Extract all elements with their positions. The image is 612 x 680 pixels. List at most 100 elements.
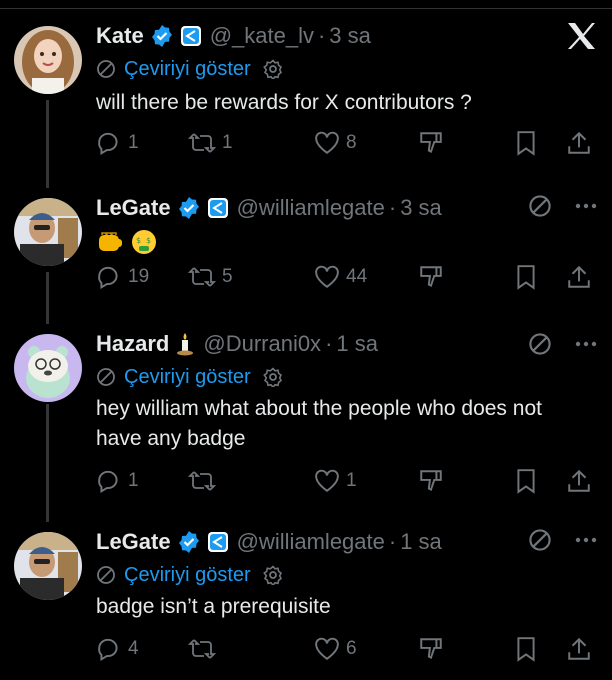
tweet-header: LeGate @williamlegate · 3 sa [96, 194, 598, 222]
translate-link[interactable]: Çeviriyi göster [124, 58, 251, 81]
author-name[interactable]: LeGate [96, 195, 171, 221]
separator-dot: · [388, 529, 397, 554]
avatar[interactable] [14, 334, 82, 402]
author-handle[interactable]: @_kate_lv [210, 23, 314, 49]
reply-button[interactable]: 19 [96, 264, 149, 290]
share-button[interactable] [566, 264, 592, 290]
bookmark-button[interactable] [514, 264, 538, 290]
like-button[interactable]: 6 [314, 637, 357, 661]
translate-link[interactable]: Çeviriyi göster [124, 564, 251, 587]
tweet-menu-area [528, 194, 598, 218]
retweet-button[interactable]: 1 [188, 130, 233, 156]
bookmark-button[interactable] [514, 130, 538, 156]
translate-icon [529, 333, 551, 355]
like-button[interactable]: 44 [314, 265, 367, 289]
verified-badge-icon [150, 24, 174, 48]
retweet-icon [188, 267, 216, 287]
retweet-icon [188, 471, 216, 491]
more-icon [575, 341, 597, 347]
separator-dot: · [388, 195, 397, 220]
gear-icon[interactable] [262, 565, 283, 585]
author-handle[interactable]: @williamlegate [237, 529, 385, 555]
translate-icon [529, 195, 551, 217]
translate-icon [96, 59, 116, 79]
reply-icon [98, 132, 118, 156]
affiliate-badge-icon [207, 197, 229, 219]
heart-icon [315, 637, 339, 660]
extension-button[interactable] [418, 264, 444, 290]
retweet-button[interactable] [188, 636, 222, 662]
extension-button[interactable] [418, 468, 444, 494]
reply-icon [98, 638, 118, 662]
retweet-icon [188, 639, 216, 659]
share-icon [568, 637, 590, 660]
like-count: 8 [346, 132, 357, 153]
timestamp[interactable]: 3 sa [400, 195, 442, 221]
avatar[interactable] [14, 198, 82, 266]
translate-link[interactable]: Çeviriyi göster [124, 366, 251, 389]
more-icon [575, 537, 597, 543]
tweet-header: Kate @_kate_lv · 3 sa [96, 22, 598, 50]
tweet-menu-area [528, 332, 598, 356]
tweet-actions: 1 1 8 [96, 128, 596, 158]
thumbs-down-icon [420, 266, 442, 288]
verified-badge-icon [177, 530, 201, 554]
author-handle[interactable]: @williamlegate [237, 195, 385, 221]
tweet-emojis: $ $ [96, 228, 598, 256]
tweet-text: badge isn’t a prerequisite [96, 595, 331, 618]
more-icon [575, 203, 597, 209]
retweet-button[interactable]: 5 [188, 264, 233, 290]
reply-button[interactable]: 1 [96, 468, 139, 494]
heart-icon [315, 131, 339, 154]
retweet-button[interactable] [188, 468, 222, 494]
share-button[interactable] [566, 636, 592, 662]
thumbs-down-icon [420, 470, 442, 492]
bookmark-button[interactable] [514, 468, 538, 494]
thumbs-down-icon [420, 638, 442, 660]
share-icon [568, 131, 590, 154]
extension-button[interactable] [418, 130, 444, 156]
like-button[interactable]: 8 [314, 131, 357, 155]
extension-button[interactable] [418, 636, 444, 662]
heart-icon [315, 265, 339, 288]
timestamp[interactable]: 1 sa [400, 529, 442, 555]
gear-icon[interactable] [262, 367, 283, 387]
reply-count: 4 [128, 638, 139, 659]
like-count: 1 [346, 470, 357, 491]
tweet-text: will there be rewards for X contributors… [96, 91, 472, 114]
thread-line [46, 100, 49, 188]
tweet-actions: 1 1 [96, 466, 596, 496]
affiliate-badge-icon [180, 25, 202, 47]
thread-line [46, 272, 49, 324]
tweet-header: LeGate @williamlegate · 1 sa [96, 528, 598, 556]
avatar[interactable] [14, 26, 82, 94]
reply-button[interactable]: 4 [96, 636, 139, 662]
bookmark-button[interactable] [514, 636, 538, 662]
retweet-count: 5 [222, 266, 233, 287]
author-name[interactable]: LeGate [96, 529, 171, 555]
like-button[interactable]: 1 [314, 469, 357, 493]
tweet-header: Hazard @Durrani0x · 1 sa [96, 330, 598, 358]
author-handle[interactable]: @Durrani0x [203, 331, 321, 357]
translate-row: Çeviriyi göster [96, 560, 598, 590]
share-button[interactable] [566, 130, 592, 156]
author-name[interactable]: Hazard [96, 331, 169, 357]
like-count: 44 [346, 266, 368, 287]
share-icon [568, 265, 590, 288]
bookmark-icon [517, 131, 535, 156]
author-name[interactable]: Kate [96, 23, 144, 49]
avatar[interactable] [14, 532, 82, 600]
reply-button[interactable]: 1 [96, 130, 139, 156]
gear-icon[interactable] [262, 59, 283, 79]
thread-line [46, 404, 49, 522]
bookmark-icon [517, 469, 535, 494]
share-button[interactable] [566, 468, 592, 494]
separator-dot: · [325, 331, 333, 356]
reply-icon [98, 266, 118, 290]
money-face-emoji: $ $ [132, 230, 156, 254]
timestamp[interactable]: 3 sa [329, 23, 371, 49]
timestamp[interactable]: 1 sa [336, 331, 378, 357]
like-count: 6 [346, 638, 357, 659]
verified-badge-icon [177, 196, 201, 220]
translate-icon [529, 529, 551, 551]
